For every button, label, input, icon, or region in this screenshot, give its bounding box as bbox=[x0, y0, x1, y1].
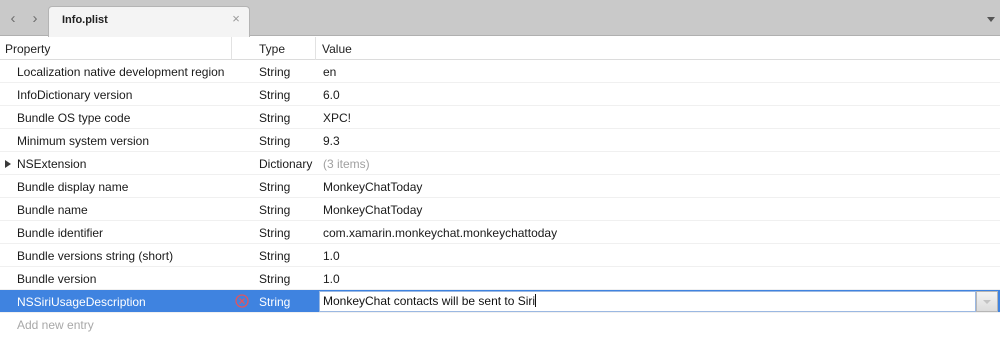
row-value: en bbox=[323, 65, 337, 79]
row-value: XPC! bbox=[323, 111, 352, 125]
row-type: String bbox=[259, 65, 291, 79]
row-key: Bundle name bbox=[17, 203, 88, 217]
table-row[interactable]: Bundle display name String MonkeyChatTod… bbox=[0, 175, 1000, 198]
row-type: String bbox=[259, 88, 291, 102]
close-icon[interactable]: × bbox=[229, 12, 243, 26]
column-header-property[interactable]: Property bbox=[5, 42, 50, 56]
row-value: 1.0 bbox=[323, 272, 340, 286]
row-key: Bundle identifier bbox=[17, 226, 104, 240]
remove-entry-icon[interactable] bbox=[235, 294, 249, 308]
column-divider[interactable] bbox=[231, 37, 232, 60]
table-row[interactable]: Bundle version String 1.0 bbox=[0, 267, 1000, 290]
row-type: String bbox=[259, 180, 291, 194]
row-type: String bbox=[259, 295, 291, 309]
chevron-right-icon[interactable]: › bbox=[28, 11, 42, 27]
row-type: String bbox=[259, 272, 291, 286]
row-value: com.xamarin.monkeychat.monkeychattoday bbox=[323, 226, 558, 240]
row-key: Bundle display name bbox=[17, 180, 129, 194]
tab-bar: ‹ › Info.plist × bbox=[0, 0, 1000, 37]
column-header: Property Type Value bbox=[0, 37, 1000, 60]
table-row[interactable]: Bundle name String MonkeyChatToday bbox=[0, 198, 1000, 221]
row-key: Localization native development region bbox=[17, 65, 225, 79]
row-key: NSSiriUsageDescription bbox=[17, 295, 146, 309]
table-row[interactable]: InfoDictionary version String 6.0 bbox=[0, 83, 1000, 106]
table-row[interactable]: NSExtension Dictionary (3 items) bbox=[0, 152, 1000, 175]
tab-title: Info.plist bbox=[62, 14, 108, 26]
row-key: NSExtension bbox=[17, 157, 87, 171]
row-key: Bundle version bbox=[17, 272, 97, 286]
row-type: String bbox=[259, 134, 291, 148]
value-edit-text: MonkeyChat contacts will be sent to Siri bbox=[323, 294, 536, 308]
row-type: String bbox=[259, 111, 291, 125]
row-type: Dictionary bbox=[259, 157, 313, 171]
chevron-down-icon[interactable] bbox=[986, 14, 996, 24]
chevron-down-icon bbox=[983, 300, 991, 304]
row-type: String bbox=[259, 226, 291, 240]
row-value: MonkeyChatToday bbox=[323, 203, 423, 217]
row-value: 1.0 bbox=[323, 249, 340, 263]
column-divider[interactable] bbox=[315, 37, 316, 60]
row-value: 9.3 bbox=[323, 134, 340, 148]
row-value: MonkeyChatToday bbox=[323, 180, 423, 194]
column-header-type[interactable]: Type bbox=[259, 42, 285, 56]
row-type: String bbox=[259, 203, 291, 217]
table-row[interactable]: Localization native development region S… bbox=[0, 60, 1000, 83]
value-edit-field[interactable]: MonkeyChat contacts will be sent to Siri bbox=[319, 291, 976, 312]
row-type: String bbox=[259, 249, 291, 263]
row-key: Bundle versions string (short) bbox=[17, 249, 174, 263]
table-row[interactable]: Bundle OS type code String XPC! bbox=[0, 106, 1000, 129]
chevron-left-icon[interactable]: ‹ bbox=[6, 11, 20, 27]
column-header-value[interactable]: Value bbox=[322, 42, 352, 56]
row-key: Minimum system version bbox=[17, 134, 150, 148]
tab-info-plist[interactable]: Info.plist × bbox=[48, 6, 250, 37]
plist-grid: Property Type Value Localization native … bbox=[0, 37, 1000, 336]
row-key: InfoDictionary version bbox=[17, 88, 133, 102]
text-caret bbox=[535, 294, 537, 307]
value-dropdown-button[interactable] bbox=[976, 291, 998, 312]
add-new-entry-label: Add new entry bbox=[17, 318, 94, 332]
table-row[interactable]: Bundle versions string (short) String 1.… bbox=[0, 244, 1000, 267]
row-key: Bundle OS type code bbox=[17, 111, 131, 125]
table-row[interactable]: Minimum system version String 9.3 bbox=[0, 129, 1000, 152]
table-row-selected[interactable]: NSSiriUsageDescription String MonkeyChat… bbox=[0, 290, 1000, 313]
row-value: 6.0 bbox=[323, 88, 340, 102]
disclosure-triangle-icon[interactable] bbox=[5, 160, 11, 168]
table-row[interactable]: Bundle identifier String com.xamarin.mon… bbox=[0, 221, 1000, 244]
add-new-entry-row[interactable]: Add new entry bbox=[0, 313, 1000, 336]
row-value: (3 items) bbox=[323, 157, 370, 171]
